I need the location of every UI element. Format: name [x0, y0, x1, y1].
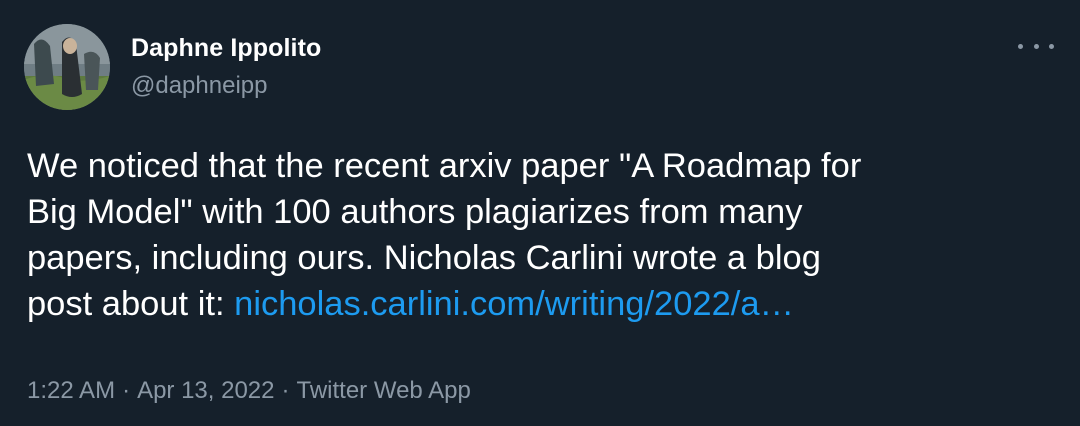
tweet-text-line: We noticed that the recent arxiv paper "…: [27, 147, 862, 185]
tweet-date[interactable]: Apr 13, 2022: [137, 377, 274, 404]
avatar[interactable]: [24, 24, 110, 110]
tweet-text-prefix: post about it:: [27, 285, 235, 323]
tweet-text: We noticed that the recent arxiv paper "…: [27, 143, 1057, 327]
meta-separator: ·: [281, 377, 290, 404]
author-handle[interactable]: @daphneipp: [131, 72, 267, 100]
author-display-name[interactable]: Daphne Ippolito: [131, 34, 321, 63]
tweet-card: Daphne Ippolito @daphneipp We noticed th…: [0, 0, 1080, 426]
avatar-photo-icon: [24, 24, 110, 110]
tweet-text-line-last: post about it: nicholas.carlini.com/writ…: [27, 281, 1057, 327]
tweet-time[interactable]: 1:22 AM: [27, 377, 115, 404]
dot: [1049, 43, 1054, 49]
dot: [1033, 43, 1039, 49]
more-options-icon[interactable]: [1018, 34, 1054, 58]
blog-link[interactable]: nicholas.carlini.com/writing/2022/a…: [234, 285, 794, 323]
tweet-text-line: Big Model" with 100 authors plagiarizes …: [27, 193, 803, 231]
tweet-text-line: papers, including ours. Nicholas Carlini…: [27, 239, 821, 277]
meta-separator: ·: [122, 377, 131, 404]
tweet-source[interactable]: Twitter Web App: [297, 377, 471, 404]
tweet-meta: 1:22 AM · Apr 13, 2022 · Twitter Web App: [27, 377, 471, 405]
dot: [1018, 43, 1023, 49]
